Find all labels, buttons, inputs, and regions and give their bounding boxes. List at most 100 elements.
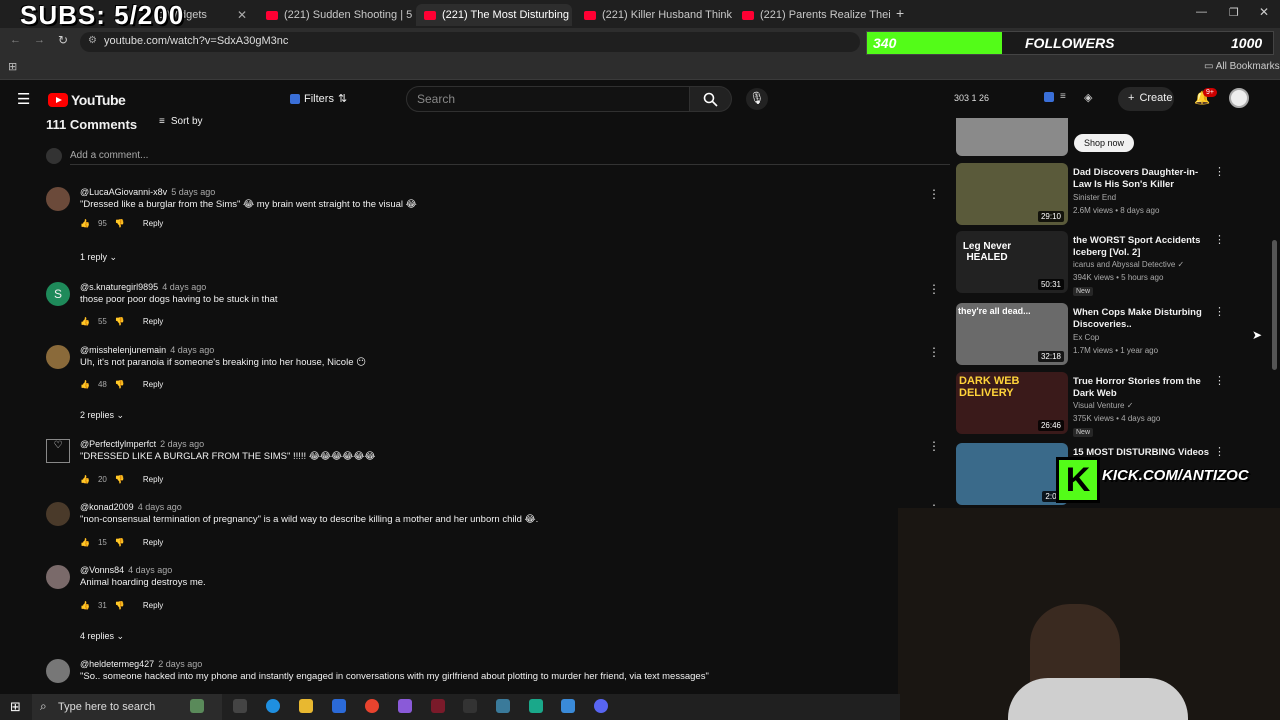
more-options-icon[interactable]: ⋮ xyxy=(1214,165,1225,178)
video-thumbnail[interactable]: 2:05 xyxy=(956,443,1068,505)
recommended-video[interactable]: they're all dead... 32:18 When Cops Make … xyxy=(956,303,1226,367)
browser-tab[interactable]: (221) Sudden Shooting | 5 Fatal✕ xyxy=(258,4,413,26)
all-bookmarks-button[interactable]: ▭ All Bookmarks xyxy=(1204,61,1280,72)
list-icon[interactable]: ≡ xyxy=(1060,91,1066,102)
reply-button[interactable]: Reply xyxy=(143,475,163,484)
close-icon[interactable]: ✕ xyxy=(237,8,247,22)
dislike-icon[interactable]: 👎 xyxy=(115,475,125,484)
reply-button[interactable]: Reply xyxy=(143,601,163,610)
like-icon[interactable]: 👍 xyxy=(80,601,90,610)
like-icon[interactable]: 👍 xyxy=(80,475,90,484)
video-title[interactable]: Dad Discovers Daughter-in-Law Is His Son… xyxy=(1073,167,1209,191)
ad-thumbnail[interactable] xyxy=(956,118,1068,156)
avatar[interactable] xyxy=(46,659,70,683)
avatar[interactable] xyxy=(46,345,70,369)
channel-name[interactable]: Ex Cop xyxy=(1073,333,1099,342)
comment-author[interactable]: @Vonns84 xyxy=(80,565,124,575)
video-title[interactable]: When Cops Make Disturbing Discoveries.. xyxy=(1073,307,1209,331)
dislike-icon[interactable]: 👎 xyxy=(115,601,125,610)
more-options-icon[interactable]: ⋮ xyxy=(928,345,940,359)
filters-button[interactable]: Filters ⇅ xyxy=(290,92,347,105)
widgets-icon[interactable] xyxy=(190,699,204,713)
back-icon[interactable]: ← xyxy=(10,34,21,46)
video-title[interactable]: True Horror Stories from the Dark Web xyxy=(1073,376,1209,400)
voice-search-button[interactable]: 🎙 xyxy=(746,88,768,110)
video-thumbnail[interactable]: Leg Never HEALED 50:31 xyxy=(956,231,1068,293)
apps-grid-icon[interactable]: ⊞ xyxy=(8,60,17,73)
dislike-icon[interactable]: 👎 xyxy=(115,219,125,228)
app-icon[interactable] xyxy=(398,699,412,713)
comment-author[interactable]: @heldetermeg427 xyxy=(80,659,154,669)
menu-icon[interactable]: ☰ xyxy=(17,90,30,108)
view-replies-button[interactable]: 2 replies ⌄ xyxy=(80,410,124,421)
more-options-icon[interactable]: ⋮ xyxy=(928,187,940,201)
avatar[interactable]: S xyxy=(46,282,70,306)
view-replies-button[interactable]: 4 replies ⌄ xyxy=(80,631,124,642)
account-avatar[interactable] xyxy=(1229,88,1249,108)
windows-start-icon[interactable]: ⊞ xyxy=(10,699,21,715)
comment-author[interactable]: @konad2009 xyxy=(80,502,134,512)
like-icon[interactable]: 👍 xyxy=(80,380,90,389)
avatar[interactable] xyxy=(46,565,70,589)
reply-button[interactable]: Reply xyxy=(143,317,163,326)
store-icon[interactable] xyxy=(332,699,346,713)
create-button[interactable]: + Create xyxy=(1118,87,1174,111)
avatar[interactable] xyxy=(46,502,70,526)
reply-button[interactable]: Reply xyxy=(143,380,163,389)
dislike-icon[interactable]: 👎 xyxy=(115,538,125,547)
chrome-icon[interactable] xyxy=(365,699,379,713)
view-replies-button[interactable]: 1 reply ⌄ xyxy=(80,252,117,263)
more-options-icon[interactable]: ⋮ xyxy=(1214,305,1225,318)
shop-now-button[interactable]: Shop now xyxy=(1074,134,1135,152)
like-icon[interactable]: 👍 xyxy=(80,219,90,228)
video-thumbnail[interactable]: DARK WEB DELIVERY 26:46 xyxy=(956,372,1068,434)
search-button[interactable] xyxy=(690,86,732,112)
close-window-button[interactable]: ✕ xyxy=(1259,5,1269,19)
file-explorer-icon[interactable] xyxy=(299,699,313,713)
comment-author[interactable]: @misshelenjunemain xyxy=(80,345,166,355)
page-scrollbar-thumb[interactable] xyxy=(1272,240,1277,370)
channel-name[interactable]: Visual Venture ✓ xyxy=(1073,401,1133,410)
browser-tab-active[interactable]: (221) The Most Disturbing Bod✕ xyxy=(416,4,572,26)
app-icon[interactable] xyxy=(496,699,510,713)
search-input[interactable]: Search xyxy=(406,86,690,112)
sort-by-button[interactable]: ≡ Sort by xyxy=(159,116,203,127)
channel-name[interactable]: Sinister End xyxy=(1073,193,1116,202)
minimize-button[interactable]: — xyxy=(1196,6,1207,18)
site-info-icon[interactable]: ⚙ xyxy=(88,35,97,46)
app-icon[interactable] xyxy=(463,699,477,713)
new-tab-button[interactable]: + xyxy=(896,5,904,21)
edge-icon[interactable] xyxy=(266,699,280,713)
comment-author[interactable]: @LucaAGiovanni-x8v xyxy=(80,187,167,197)
avatar[interactable] xyxy=(46,187,70,211)
more-options-icon[interactable]: ⋮ xyxy=(1214,374,1225,387)
video-thumbnail[interactable]: 29:10 xyxy=(956,163,1068,225)
extension-icon[interactable] xyxy=(1044,92,1054,102)
reload-icon[interactable]: ↻ xyxy=(58,33,68,47)
recommended-video[interactable]: 29:10 Dad Discovers Daughter-in-Law Is H… xyxy=(956,163,1226,227)
maximize-button[interactable]: ❐ xyxy=(1229,6,1239,19)
recommended-video[interactable]: Leg Never HEALED 50:31 the WORST Sport Ac… xyxy=(956,231,1226,296)
ring-icon[interactable]: ◈ xyxy=(1084,91,1092,104)
task-view-icon[interactable] xyxy=(233,699,247,713)
dislike-icon[interactable]: 👎 xyxy=(115,380,125,389)
like-icon[interactable]: 👍 xyxy=(80,538,90,547)
app-icon[interactable] xyxy=(561,699,575,713)
reply-button[interactable]: Reply xyxy=(143,219,163,228)
channel-name[interactable]: icarus and Abyssal Detective ✓ xyxy=(1073,260,1184,269)
like-icon[interactable]: 👍 xyxy=(80,317,90,326)
url-field[interactable]: ⚙ youtube.com/watch?v=SdxA30gM3nc xyxy=(80,32,860,52)
more-options-icon[interactable]: ⋮ xyxy=(928,439,940,453)
discord-icon[interactable] xyxy=(594,699,608,713)
dislike-icon[interactable]: 👎 xyxy=(115,317,125,326)
more-options-icon[interactable]: ⋮ xyxy=(928,282,940,296)
forward-icon[interactable]: → xyxy=(34,34,45,46)
recommended-video[interactable]: DARK WEB DELIVERY 26:46 True Horror Stori… xyxy=(956,372,1226,437)
video-title[interactable]: the WORST Sport Accidents Iceberg [Vol. … xyxy=(1073,235,1209,259)
more-options-icon[interactable]: ⋮ xyxy=(1214,233,1225,246)
add-comment-input[interactable]: Add a comment... xyxy=(70,150,950,165)
comment-author[interactable]: @s.knaturegirl9895 xyxy=(80,282,158,292)
youtube-logo[interactable]: YouTube xyxy=(48,92,126,108)
browser-tab[interactable]: (221) Parents Realize Their 14 Y✕ xyxy=(734,4,890,26)
video-thumbnail[interactable]: they're all dead... 32:18 xyxy=(956,303,1068,365)
